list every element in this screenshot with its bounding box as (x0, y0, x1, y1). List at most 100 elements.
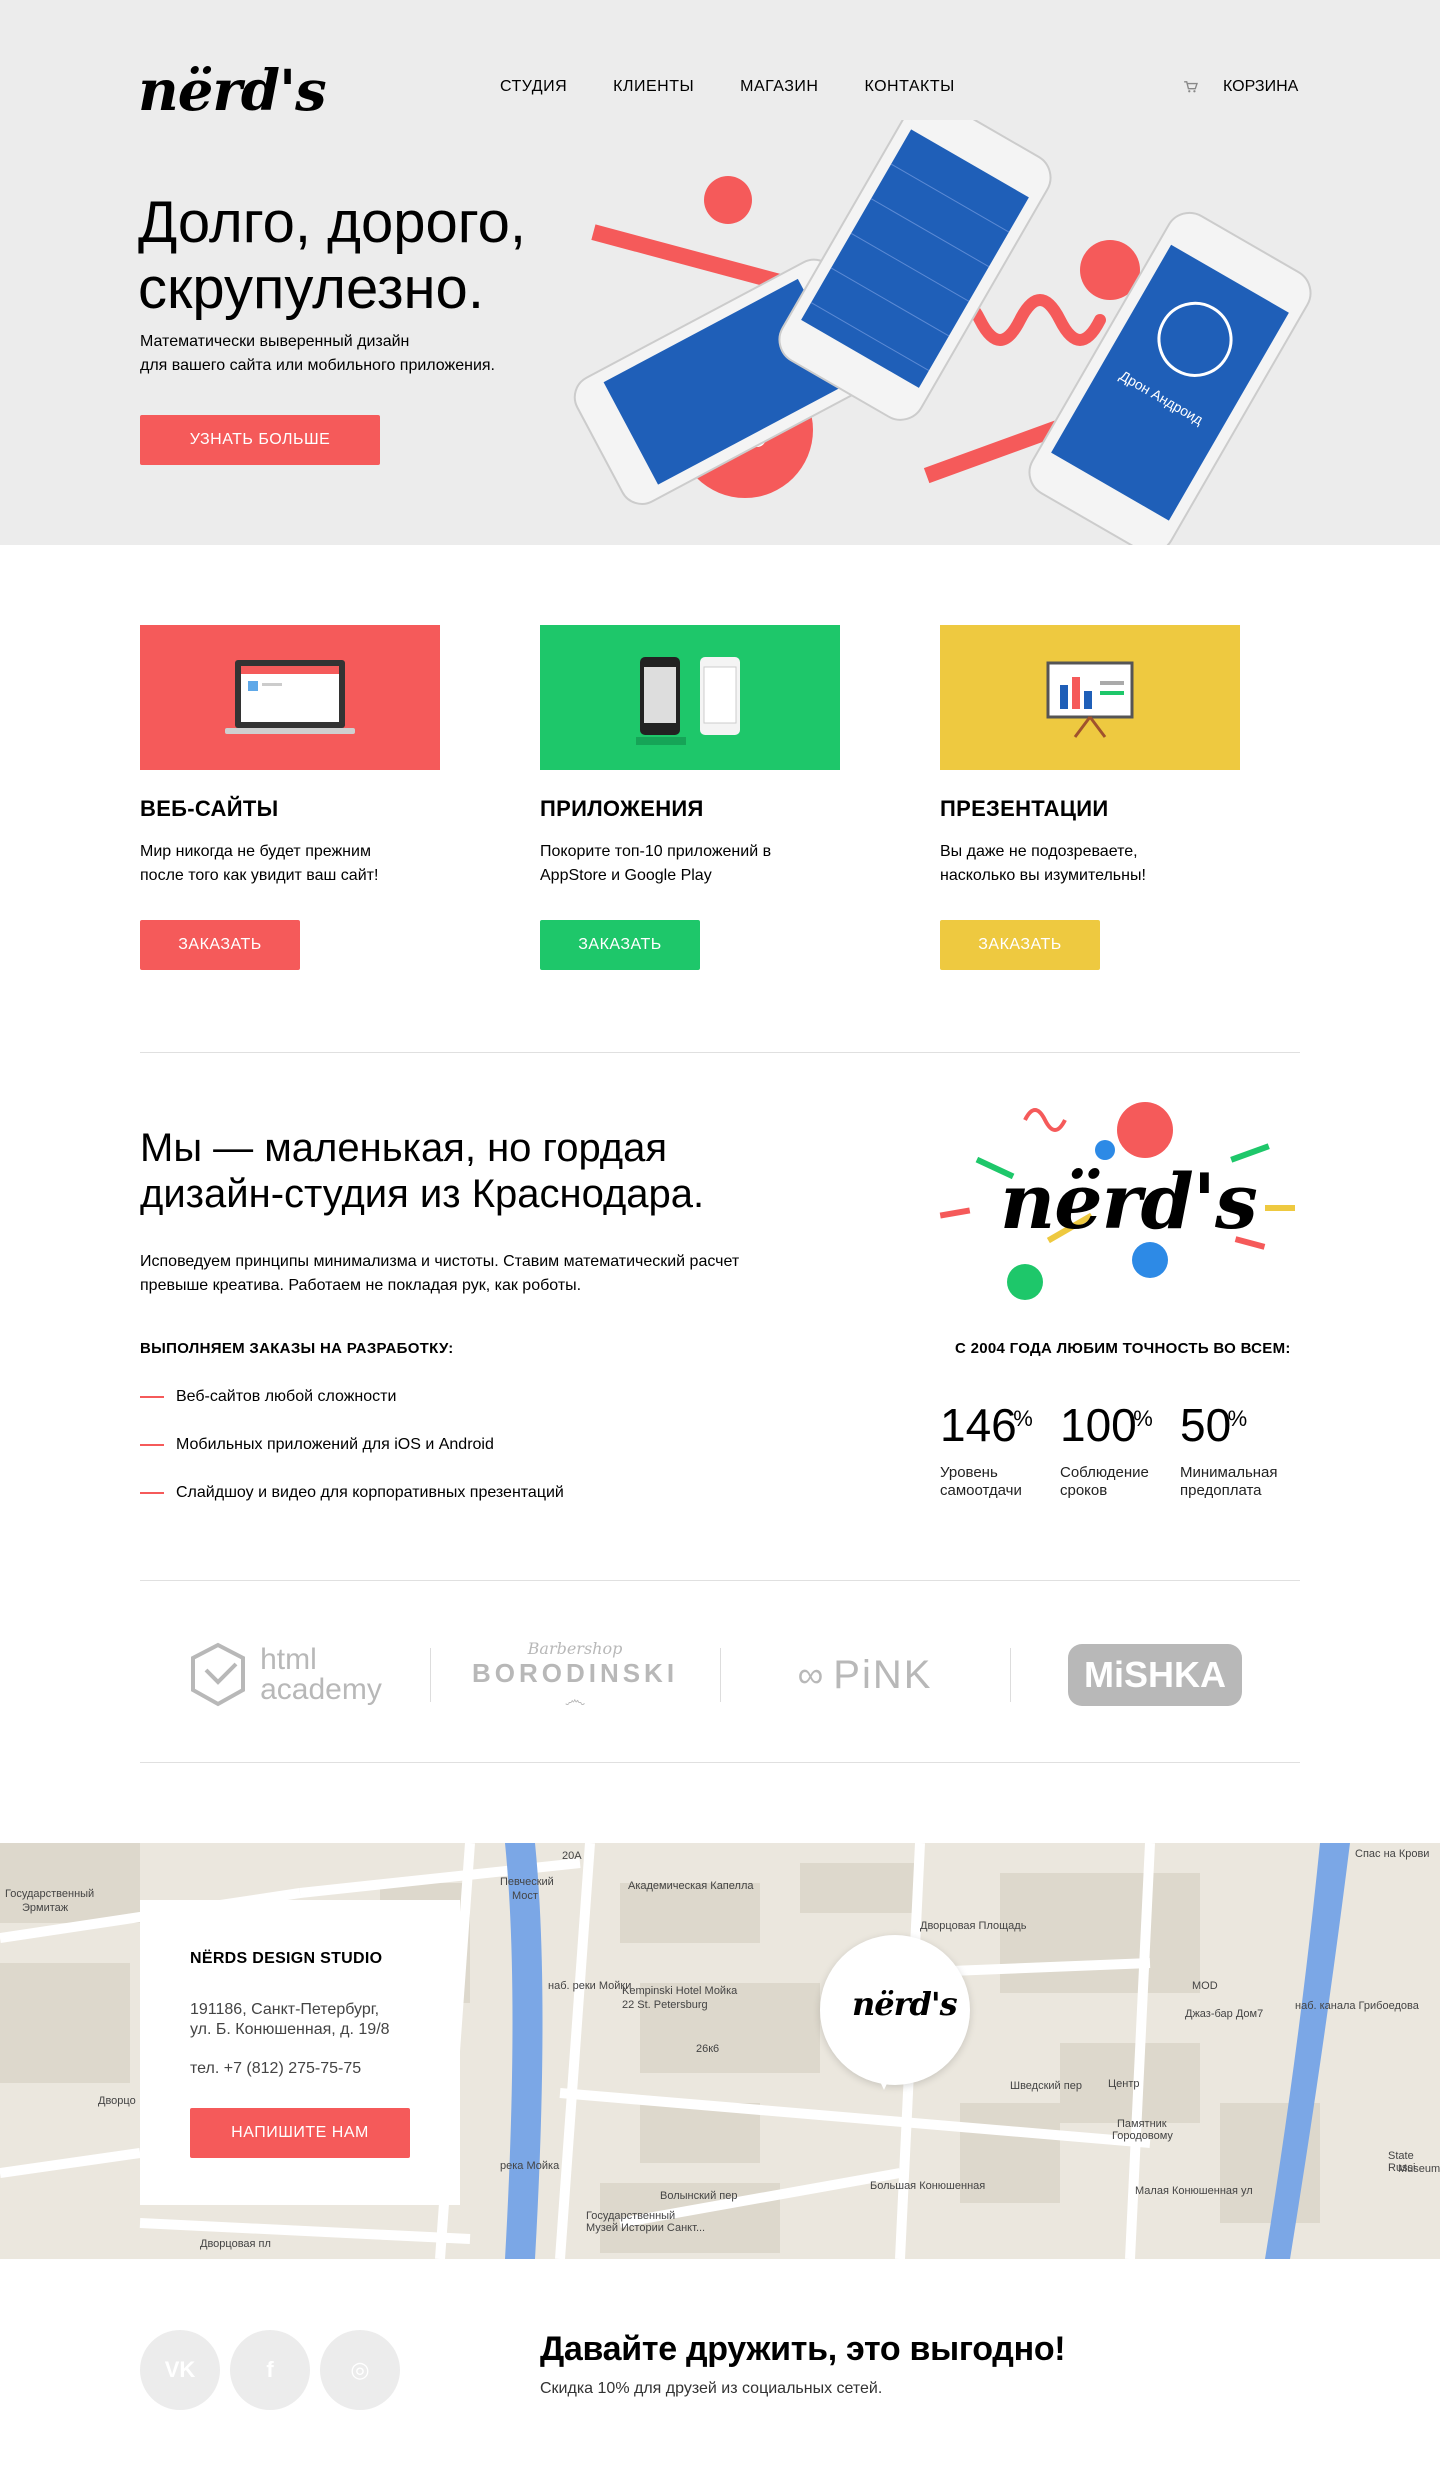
presentations-text-line1: Вы даже не подозреваете, (940, 843, 1138, 860)
apps-text: Покорите топ-10 приложений в AppStore и … (540, 840, 830, 888)
stat-label: Уровень самоотдачи (940, 1464, 1060, 1500)
about-title-line2: дизайн-студия из Краснодара. (140, 1172, 705, 1216)
map-label: 20А (562, 1850, 582, 1862)
websites-title: ВЕБ-САЙТЫ (140, 796, 279, 821)
map-label: 26к6 (696, 2043, 720, 2055)
map-label: Центр (1108, 2078, 1140, 2090)
stat-number: 146 (940, 1399, 1017, 1451)
map-label: Академическая Капелла (628, 1880, 754, 1892)
social-title: Давайте дружить, это выгодно! (540, 2330, 1066, 2368)
contacts-address-line1: 191186, Санкт-Петербург, (190, 2001, 380, 2018)
stat-label-line1: Уровень (940, 1464, 998, 1481)
partner-borodinski[interactable]: Barbershop BORODINSKI ෴ (430, 1610, 720, 1740)
map-label: 22 St. Petersburg (622, 1999, 708, 2011)
instagram-icon[interactable]: ◎ (320, 2330, 400, 2410)
about-text: Исповедуем принципы минимализма и чистот… (140, 1250, 800, 1298)
map-label: Государственный (586, 2210, 676, 2222)
header-logo[interactable]: nërd's (138, 58, 327, 124)
stat-label-line1: Соблюдение (1060, 1464, 1149, 1481)
services-list-title: ВЫПОЛНЯЕМ ЗАКАЗЫ НА РАЗРАБОТКУ: (140, 1340, 454, 1357)
partner-pink-text: PiNK (833, 1652, 933, 1697)
partner-mishka[interactable]: MiSHKA (1010, 1610, 1300, 1740)
hero-phones-illustration: Дрон Андроид (573, 120, 1312, 545)
stat-value: 100% (1060, 1400, 1153, 1450)
stat-dedication: 146% Уровень самоотдачи (940, 1400, 1060, 1500)
map-label: Спас на Крови (1355, 1848, 1430, 1860)
map-label: Дворцовая Площадь (920, 1920, 1027, 1932)
stat-label: Минимальная предоплата (1180, 1464, 1300, 1500)
partner-mishka-text: MiSHKA (1068, 1644, 1242, 1706)
map-pin-marker[interactable]: nërd's (820, 1935, 970, 2090)
stat-deadlines: 100% Соблюдение сроков (1060, 1400, 1180, 1500)
stat-percent: % (1227, 1406, 1248, 1431)
main-nav: СТУДИЯ КЛИЕНТЫ МАГАЗИН КОНТАКТЫ (500, 78, 955, 96)
about-text-line2: превыше креатива. Работаем не покладая р… (140, 1277, 582, 1294)
mustache-icon: ෴ (564, 1687, 586, 1712)
about-title-line1: Мы — маленькая, но гордая (140, 1126, 668, 1170)
stat-label-line2: самоотдачи (940, 1482, 1022, 1499)
contacts-address: 191186, Санкт-Петербург, ул. Б. Конюшенн… (190, 2000, 430, 2040)
order-apps-button[interactable]: ЗАКАЗАТЬ (540, 920, 700, 970)
hero-subtitle: Математически выверенный дизайн для ваше… (140, 330, 560, 378)
stat-value: 50% (1180, 1399, 1247, 1451)
websites-text-line2: после того как увидит ваш сайт! (140, 867, 379, 884)
order-presentations-button[interactable]: ЗАКАЗАТЬ (940, 920, 1100, 970)
cart-icon (1184, 81, 1198, 93)
presentations-text: Вы даже не подозреваете, насколько вы из… (940, 840, 1230, 888)
stats-title: С 2004 ГОДА ЛЮБИМ ТОЧНОСТЬ ВО ВСЕМ: (955, 1340, 1291, 1357)
facebook-icon[interactable]: f (230, 2330, 310, 2410)
map-label: Музей Истории Санкт... (586, 2222, 706, 2234)
laptop-icon (225, 660, 355, 734)
nav-clients[interactable]: КЛИЕНТЫ (613, 78, 694, 96)
apps-image (540, 625, 840, 770)
partner-borodinski-text: BORODINSKI (471, 1658, 679, 1688)
map-label: Эрмитаж (22, 1902, 69, 1914)
map-label: Kempinski Hotel Мойка (622, 1985, 738, 1997)
write-us-button[interactable]: НАПИШИТЕ НАМ (190, 2108, 410, 2158)
about-logo-text: nërd's (1000, 1157, 1258, 1246)
partner-pink[interactable]: ∞ PiNK (720, 1610, 1010, 1740)
deco-circle-1 (704, 176, 752, 224)
hero-subtitle-line1: Математически выверенный дизайн (140, 333, 410, 350)
list-item: Веб-сайтов любой сложности (140, 1385, 564, 1433)
map-label: Шведский пер (1010, 2080, 1082, 2092)
map-label: Малая Конюшенная ул (1135, 2185, 1253, 2197)
contacts-phone[interactable]: тел. +7 (812) 275-75-75 (190, 2060, 361, 2078)
vk-icon[interactable]: VK (140, 2330, 220, 2410)
presentation-board-icon (1046, 661, 1134, 738)
websites-image (140, 625, 440, 770)
nav-studio[interactable]: СТУДИЯ (500, 78, 567, 96)
nav-contacts[interactable]: КОНТАКТЫ (864, 78, 954, 96)
map-label: река Мойка (500, 2160, 560, 2172)
deco-bar-1 (591, 224, 789, 292)
partner-html-academy-text: html academy (260, 1645, 382, 1705)
glasses-icon: ∞ (797, 1654, 824, 1695)
map-label: МОD (1192, 1980, 1218, 1992)
cart-link[interactable]: КОРЗИНА (1183, 78, 1298, 96)
about-logo-illustration: nërd's (935, 1095, 1305, 1315)
map-label: наб. реки Мойки (548, 1980, 632, 1992)
partner-html-line2: academy (260, 1673, 382, 1706)
list-item: Мобильных приложений для iOS и Android (140, 1433, 564, 1481)
stat-label-line2: предоплата (1180, 1482, 1262, 1499)
stat-prepayment: 50% Минимальная предоплата (1180, 1400, 1300, 1500)
contacts-title: NËRDS DESIGN STUDIO (190, 1950, 383, 1967)
contacts-address-line2: ул. Б. Конюшенная, д. 19/8 (190, 2021, 390, 2038)
phones-icon (636, 657, 740, 745)
html-academy-logo-icon (191, 1642, 246, 1707)
order-websites-button[interactable]: ЗАКАЗАТЬ (140, 920, 300, 970)
partner-borodinski-top: Barbershop (527, 1639, 623, 1658)
stat-number: 50 (1180, 1399, 1232, 1451)
presentations-image (940, 625, 1240, 770)
nav-shop[interactable]: МАГАЗИН (740, 78, 818, 96)
presentations-title: ПРЕЗЕНТАЦИИ (940, 796, 1109, 821)
learn-more-button[interactable]: УЗНАТЬ БОЛЬШЕ (140, 415, 380, 465)
about-text-line1: Исповедуем принципы минимализма и чистот… (140, 1253, 740, 1270)
contacts-card: NËRDS DESIGN STUDIO 191186, Санкт-Петерб… (140, 1900, 460, 2205)
partner-html-line1: html (260, 1643, 317, 1676)
partner-html-academy[interactable]: html academy (140, 1610, 430, 1740)
map-label: Певческий (500, 1876, 554, 1888)
phone-right: Дрон Андроид (1028, 211, 1312, 545)
stat-percent: % (1013, 1406, 1033, 1431)
stat-label-line1: Минимальная (1180, 1464, 1278, 1481)
